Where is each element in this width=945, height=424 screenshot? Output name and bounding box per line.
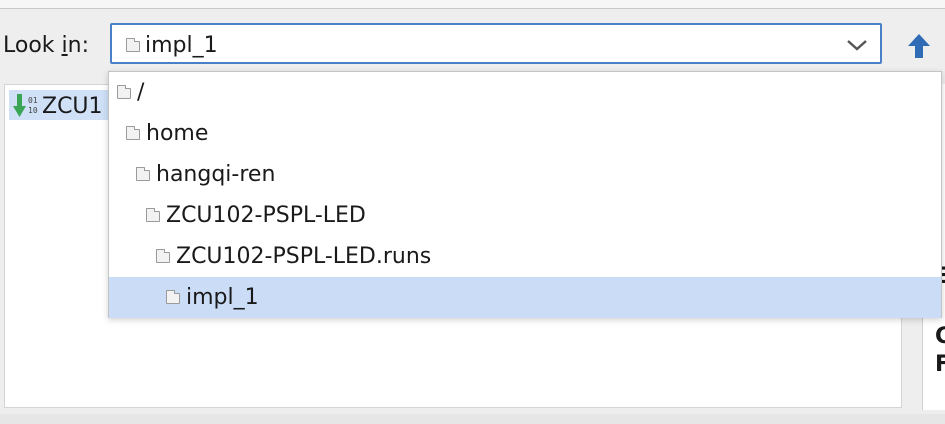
look-in-dropdown-list[interactable]: / home hangqi-ren ZCU102-PSPL-LED ZCU102… [108, 71, 942, 318]
dropdown-item-label: ZCU102-PSPL-LED [166, 203, 366, 228]
folder-icon [136, 167, 150, 181]
dropdown-item-impl-1[interactable]: impl_1 [109, 277, 941, 318]
svg-text:10: 10 [28, 106, 38, 115]
dropdown-item-label: home [146, 121, 209, 146]
window-bottom-edge [0, 414, 945, 424]
dropdown-item-root[interactable]: / [109, 72, 941, 113]
folder-icon [146, 208, 160, 222]
dropdown-item-zcu102-pspl-led-runs[interactable]: ZCU102-PSPL-LED.runs [109, 236, 941, 277]
folder-icon [126, 38, 140, 52]
file-list-item-label: ZCU1 [42, 94, 103, 119]
dropdown-item-label: ZCU102-PSPL-LED.runs [176, 244, 432, 269]
download-bitstream-icon: 01 10 [13, 94, 38, 117]
right-panel-text: F [935, 354, 945, 376]
dropdown-item-label: / [137, 80, 145, 105]
dropdown-item-label: hangqi-ren [156, 162, 276, 187]
svg-text:01: 01 [28, 96, 38, 105]
up-one-level-icon[interactable] [905, 32, 933, 60]
dropdown-item-hangqi-ren[interactable]: hangqi-ren [109, 154, 941, 195]
right-panel-text: C [935, 326, 945, 348]
chevron-down-icon[interactable] [846, 37, 868, 53]
look-in-combobox[interactable]: impl_1 [110, 23, 882, 64]
folder-icon [166, 290, 180, 304]
folder-icon [117, 85, 131, 99]
file-list-item[interactable]: 01 10 ZCU1 [9, 90, 119, 120]
dropdown-item-label: impl_1 [186, 285, 259, 310]
look-in-label: Look in: [3, 33, 90, 58]
window-top-edge [0, 0, 945, 9]
dropdown-item-home[interactable]: home [109, 113, 941, 154]
folder-icon [126, 126, 140, 140]
look-in-value: impl_1 [145, 33, 218, 58]
dropdown-item-zcu102-pspl-led[interactable]: ZCU102-PSPL-LED [109, 195, 941, 236]
folder-icon [156, 249, 170, 263]
